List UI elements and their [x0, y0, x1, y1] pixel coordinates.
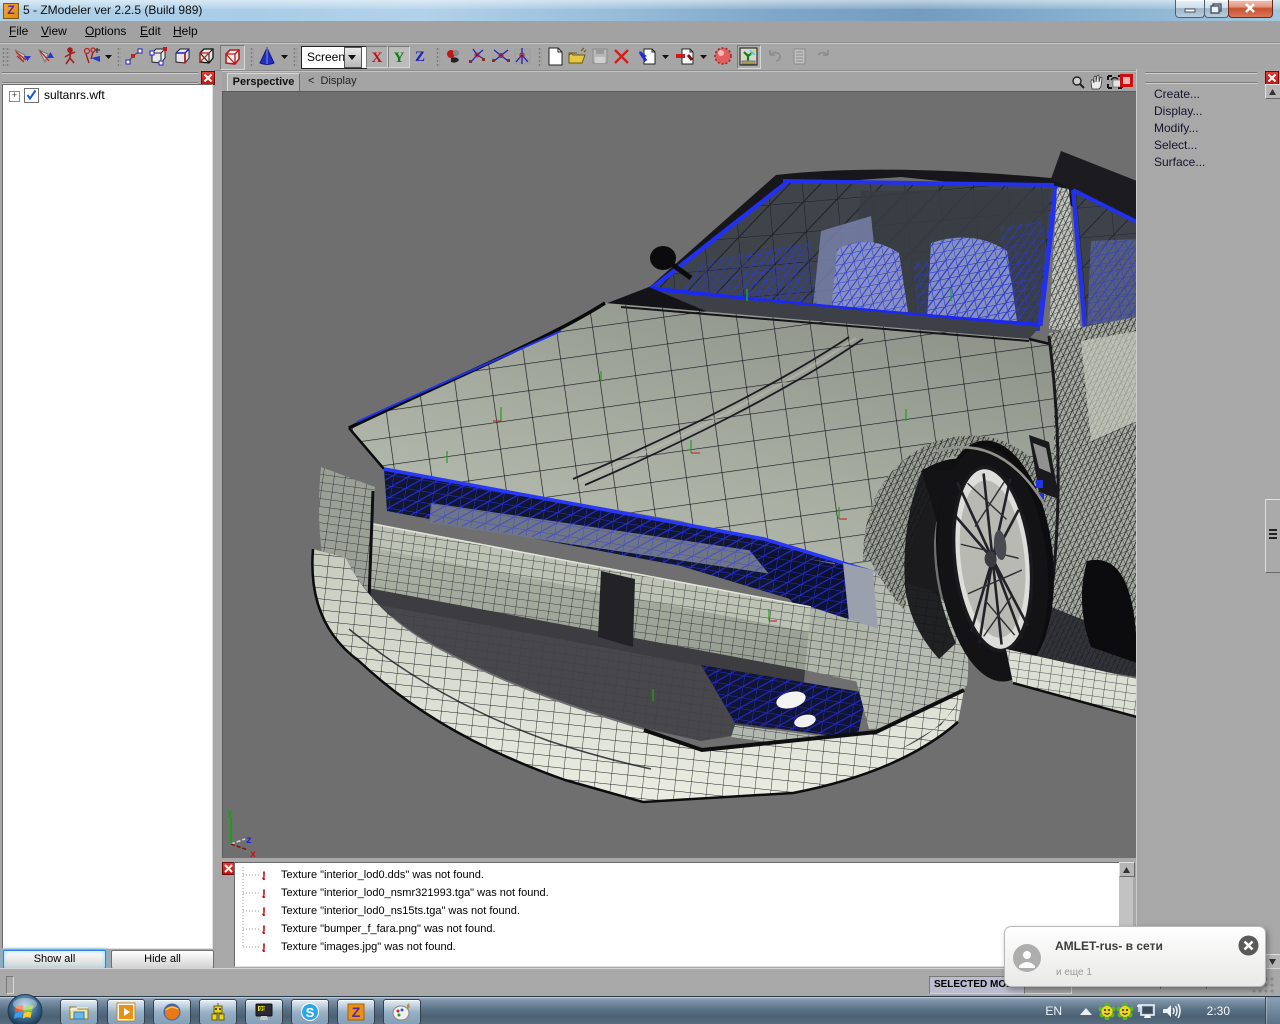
svg-text:!: !	[262, 905, 266, 919]
svg-text:S: S	[306, 1005, 315, 1020]
svg-text:y: y	[227, 808, 233, 819]
svg-text:z: z	[246, 836, 252, 847]
svg-text:Y: Y	[394, 50, 405, 66]
svg-text:!: !	[262, 869, 266, 883]
svg-text:!: !	[262, 923, 266, 937]
svg-text:Z: Z	[352, 1004, 361, 1020]
svg-text:!: !	[262, 887, 266, 901]
svg-text:99: 99	[259, 1007, 266, 1013]
svg-text:Z: Z	[415, 49, 425, 65]
svg-text:x: x	[250, 850, 256, 858]
svg-text:X: X	[372, 50, 383, 66]
svg-text:!: !	[262, 941, 266, 955]
